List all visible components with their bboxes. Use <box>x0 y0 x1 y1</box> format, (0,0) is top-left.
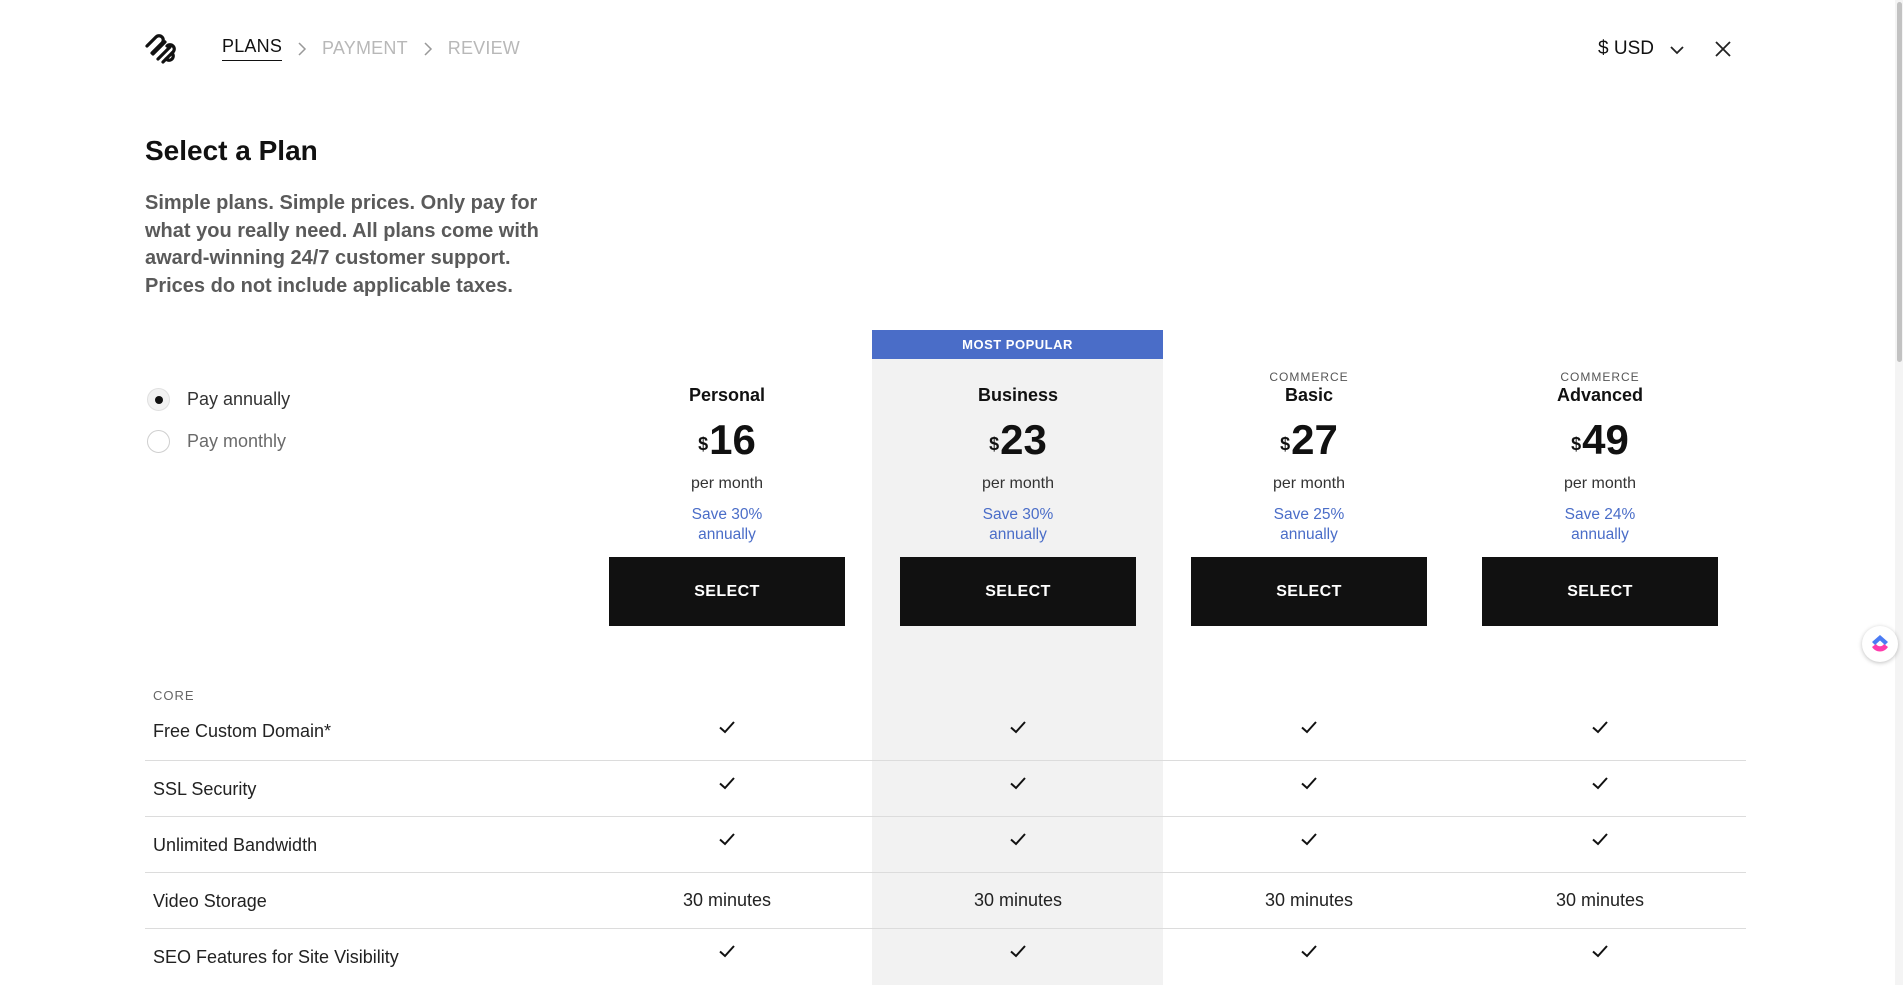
chevron-right-icon <box>408 39 448 59</box>
plan-name: Basic <box>1284 385 1334 405</box>
plan-commerce-advanced: COMMERCE Advanced $49 per month Save 24%… <box>1482 370 1718 626</box>
plan-price: $49 <box>1482 418 1718 462</box>
checkmark-icon <box>900 719 1136 740</box>
checkmark-icon <box>1191 831 1427 852</box>
feature-name: SEO Features for Site Visibility <box>153 947 399 967</box>
plan-price: $16 <box>609 418 845 462</box>
feature-value: 30 minutes <box>1555 890 1645 910</box>
plan-tag: COMMERCE <box>1560 370 1640 384</box>
radio-monthly[interactable] <box>147 430 170 453</box>
plan-savings: Save 30% annually <box>900 505 1136 545</box>
checkmark-icon <box>1482 943 1718 964</box>
billing-option-label: Pay annually <box>187 389 291 409</box>
checkmark-icon <box>1191 775 1427 796</box>
squarespace-logo-icon[interactable] <box>143 32 181 66</box>
price-value: 16 <box>709 416 756 463</box>
plan-tag <box>609 370 845 384</box>
savings-line: annually <box>698 526 756 543</box>
price-period: per month <box>690 475 764 492</box>
close-icon[interactable] <box>1712 38 1734 60</box>
plan-tag: COMMERCE <box>1269 370 1349 384</box>
savings-line: annually <box>1571 526 1629 543</box>
plan-commerce-basic: COMMERCE Basic $27 per month Save 25% ann… <box>1191 370 1427 626</box>
savings-line: Save 30% <box>691 506 763 523</box>
billing-option-annually[interactable]: Pay annually <box>147 388 290 411</box>
checkmark-icon <box>1482 719 1718 740</box>
chevron-right-icon <box>282 39 322 59</box>
currency-symbol: $ <box>1280 434 1291 454</box>
checkmark-icon <box>1191 719 1427 740</box>
checkmark-icon <box>609 719 845 740</box>
price-value: 23 <box>1000 416 1047 463</box>
step-payment: PAYMENT <box>322 38 408 58</box>
currency-selector[interactable]: $ USD <box>1598 38 1654 60</box>
checkmark-icon <box>609 831 845 852</box>
plan-name: Advanced <box>1556 385 1644 405</box>
currency-symbol: $ <box>698 434 709 454</box>
checkmark-icon <box>900 831 1136 852</box>
feature-row: Free Custom Domain* <box>145 705 1746 761</box>
currency-symbol: $ <box>989 434 1000 454</box>
feature-row: Unlimited Bandwidth <box>145 817 1746 873</box>
plan-personal: Personal $16 per month Save 30% annually … <box>609 370 845 626</box>
checkmark-icon <box>900 943 1136 964</box>
price-value: 27 <box>1291 416 1338 463</box>
savings-line: Save 25% <box>1273 506 1345 523</box>
page-title: Select a Plan <box>145 135 318 166</box>
select-commerce-basic-button[interactable]: SELECT <box>1191 557 1427 626</box>
feature-value: 30 minutes <box>682 890 772 910</box>
chevron-down-icon[interactable] <box>1667 40 1687 60</box>
plan-price: $27 <box>1191 418 1427 462</box>
savings-line: Save 24% <box>1564 506 1636 523</box>
select-business-button[interactable]: SELECT <box>900 557 1136 626</box>
feature-row: Video Storage 30 minutes 30 minutes 30 minu… <box>145 873 1746 929</box>
price-period: per month <box>1563 475 1637 492</box>
plan-price: $23 <box>900 418 1136 462</box>
feature-name: Unlimited Bandwidth <box>153 835 318 855</box>
checkmark-icon <box>1191 943 1427 964</box>
savings-line: Save 30% <box>982 506 1054 523</box>
checkmark-icon <box>609 943 845 964</box>
checkmark-icon <box>1482 831 1718 852</box>
plan-name: Personal <box>688 385 766 405</box>
feature-name: Video Storage <box>153 891 267 911</box>
page-subtitle: Simple plans. Simple prices. Only pay fo… <box>145 192 539 297</box>
scrollbar-thumb[interactable] <box>1897 2 1902 362</box>
most-popular-badge: MOST POPULAR <box>872 330 1163 359</box>
feature-name: SSL Security <box>153 779 257 799</box>
features-section-label: CORE <box>153 688 195 703</box>
plan-savings: Save 24% annually <box>1482 505 1718 545</box>
billing-option-label: Pay monthly <box>187 431 287 451</box>
plan-business: Business $23 per month Save 30% annually … <box>900 370 1136 626</box>
savings-line: annually <box>989 526 1047 543</box>
billing-option-monthly[interactable]: Pay monthly <box>147 430 286 453</box>
plan-name: Business <box>977 385 1059 405</box>
feature-value: 30 minutes <box>973 890 1063 910</box>
checkmark-icon <box>900 775 1136 796</box>
checkmark-icon <box>609 775 845 796</box>
price-period: per month <box>981 475 1055 492</box>
price-period: per month <box>1272 475 1346 492</box>
feature-name: Free Custom Domain* <box>153 721 332 741</box>
feature-row: SSL Security <box>145 761 1746 817</box>
radio-annually[interactable] <box>147 388 170 411</box>
plan-savings: Save 25% annually <box>1191 505 1427 545</box>
checkout-steps: PLANS PAYMENT REVIEW <box>222 36 520 61</box>
step-plans[interactable]: PLANS <box>222 36 283 61</box>
plan-tag <box>900 370 1136 384</box>
plan-savings: Save 30% annually <box>609 505 845 545</box>
clickup-widget-icon[interactable] <box>1862 626 1898 662</box>
checkmark-icon <box>1482 775 1718 796</box>
feature-value: 30 minutes <box>1264 890 1354 910</box>
step-review: REVIEW <box>447 38 520 58</box>
select-personal-button[interactable]: SELECT <box>609 557 845 626</box>
price-value: 49 <box>1582 416 1629 463</box>
top-bar: PLANS PAYMENT REVIEW $ USD <box>0 0 1903 100</box>
feature-row: SEO Features for Site Visibility <box>145 929 1746 985</box>
select-commerce-advanced-button[interactable]: SELECT <box>1482 557 1718 626</box>
currency-symbol: $ <box>1571 434 1582 454</box>
savings-line: annually <box>1280 526 1338 543</box>
